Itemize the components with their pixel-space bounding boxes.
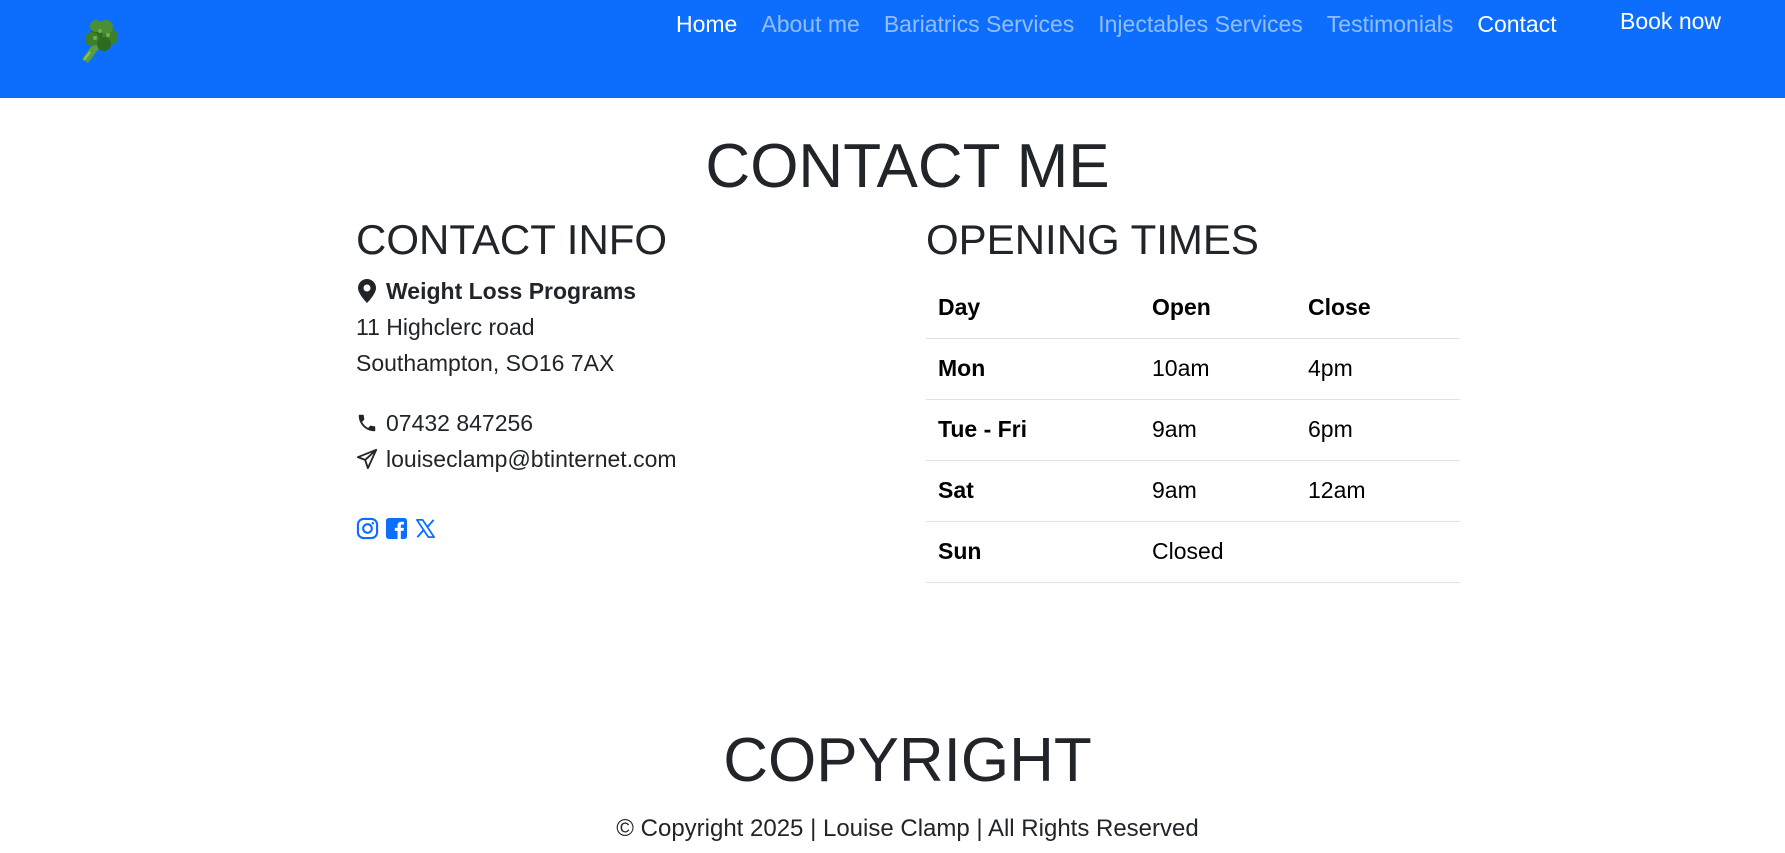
email-line: louiseclamp@btinternet.com [356,441,876,477]
phone-number[interactable]: 07432 847256 [386,405,533,441]
table-row: Sun Closed [926,521,1460,583]
address-block: Weight Loss Programs 11 Highclerc road S… [356,273,876,381]
nav-links: Home About me Bariatrics Services Inject… [676,9,1581,39]
nav-link-testimonials[interactable]: Testimonials [1327,11,1454,38]
column-header-close: Close [1296,277,1460,339]
open-cell: 9am [1140,399,1296,461]
day-cell: Mon [926,338,1140,400]
column-header-day: Day [926,277,1140,339]
phone-line: 07432 847256 [356,405,876,441]
nav-link-bariatrics[interactable]: Bariatrics Services [884,11,1074,38]
email-address[interactable]: louiseclamp@btinternet.com [386,441,677,477]
opening-times-section: OPENING TIMES Day Open Close Mon 10am 4p… [926,215,1460,583]
page-title: CONTACT ME [705,132,1110,201]
column-header-open: Open [1140,277,1296,339]
nav-link-home[interactable]: Home [676,11,737,38]
day-cell: Tue - Fri [926,399,1140,461]
table-row: Tue - Fri 9am 6pm [926,399,1460,461]
nav-link-about[interactable]: About me [761,11,859,38]
opening-times-heading: OPENING TIMES [926,216,1259,263]
top-navbar: Home About me Bariatrics Services Inject… [0,0,1785,98]
open-cell: 10am [1140,338,1296,400]
open-cell: Closed [1140,521,1296,583]
table-row: Sat 9am 12am [926,460,1460,522]
paper-plane-icon [356,447,378,471]
nav-link-contact[interactable]: Contact [1477,11,1556,38]
copyright-text: © Copyright 2025 | Louise Clamp | All Ri… [616,815,1199,842]
table-header-row: Day Open Close [926,277,1460,339]
day-cell: Sat [926,460,1140,522]
close-cell: 12am [1296,460,1460,522]
facebook-icon[interactable] [385,517,408,540]
map-pin-icon [356,279,378,303]
day-cell: Sun [926,521,1140,583]
table-row: Mon 10am 4pm [926,338,1460,400]
broccoli-icon[interactable] [70,13,124,67]
social-links [356,517,876,540]
opening-times-table: Day Open Close Mon 10am 4pm Tue - Fri 9a… [926,277,1460,583]
book-now-button[interactable]: Book now [1620,8,1721,35]
copyright-heading: COPYRIGHT [723,726,1092,795]
close-cell: 4pm [1296,338,1460,400]
contact-methods: 07432 847256 louiseclamp@btinternet.com [356,405,876,477]
contact-info-heading: CONTACT INFO [356,216,668,263]
close-cell [1296,521,1460,583]
nav-link-injectables[interactable]: Injectables Services [1098,11,1303,38]
contact-info-section: CONTACT INFO Weight Loss Programs 11 Hig… [356,215,876,540]
org-line: Weight Loss Programs [356,273,876,309]
address-line-1: 11 Highclerc road [356,314,535,340]
close-cell: 6pm [1296,399,1460,461]
phone-icon [356,411,378,435]
address-line-2: Southampton, SO16 7AX [356,350,615,376]
org-name: Weight Loss Programs [386,278,637,304]
instagram-icon[interactable] [356,517,379,540]
open-cell: 9am [1140,460,1296,522]
x-twitter-icon[interactable] [414,517,437,540]
